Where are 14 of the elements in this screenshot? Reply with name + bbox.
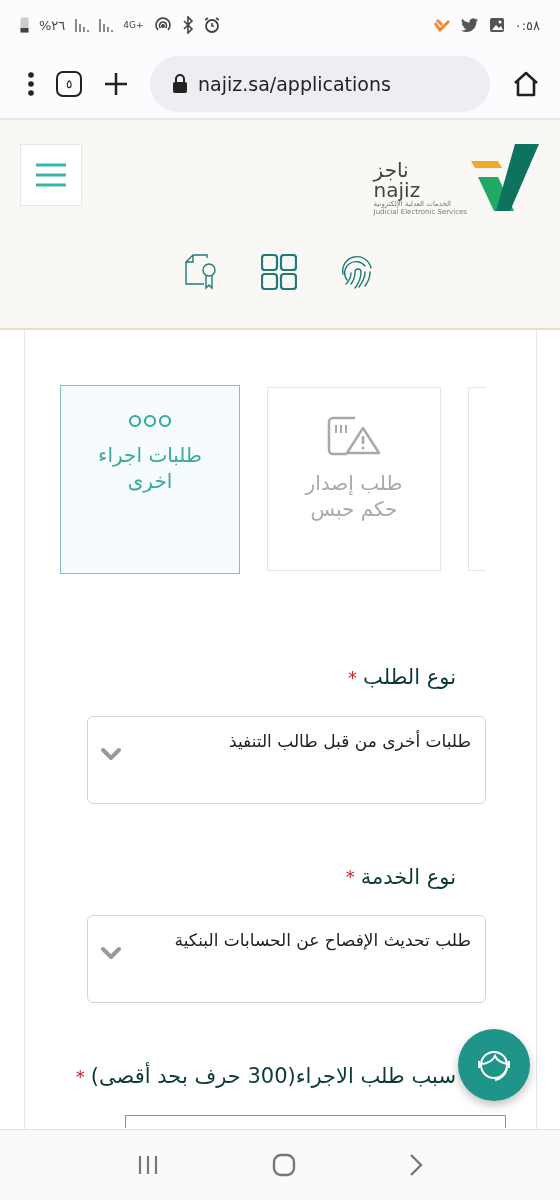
network-text: 4G+ xyxy=(123,20,144,30)
required-mark: * xyxy=(75,1065,85,1088)
field-label: نوع الطلب xyxy=(363,664,456,691)
field-label: سبب طلب الاجراء(300 حرف بحد أقصى) xyxy=(90,1061,456,1090)
address-bar[interactable]: najiz.sa/applications xyxy=(150,56,490,112)
tab-count-button[interactable]: ٥ xyxy=(56,71,82,97)
field-label: نوع الخدمة xyxy=(360,863,456,891)
logo-text: ناجز xyxy=(373,160,409,180)
clock-text: ٠:٥٨ xyxy=(514,17,540,33)
dropdown-field[interactable]: طلبات أخرى من قبل طالب التنفيذ xyxy=(87,715,486,804)
required-mark: * xyxy=(348,666,358,689)
battery-text: %٢٦ xyxy=(39,17,66,33)
required-mark: * xyxy=(345,866,355,889)
dropdown-field[interactable]: طلب تحديث الإفصاح عن الحسابات البنكية xyxy=(87,915,486,1003)
